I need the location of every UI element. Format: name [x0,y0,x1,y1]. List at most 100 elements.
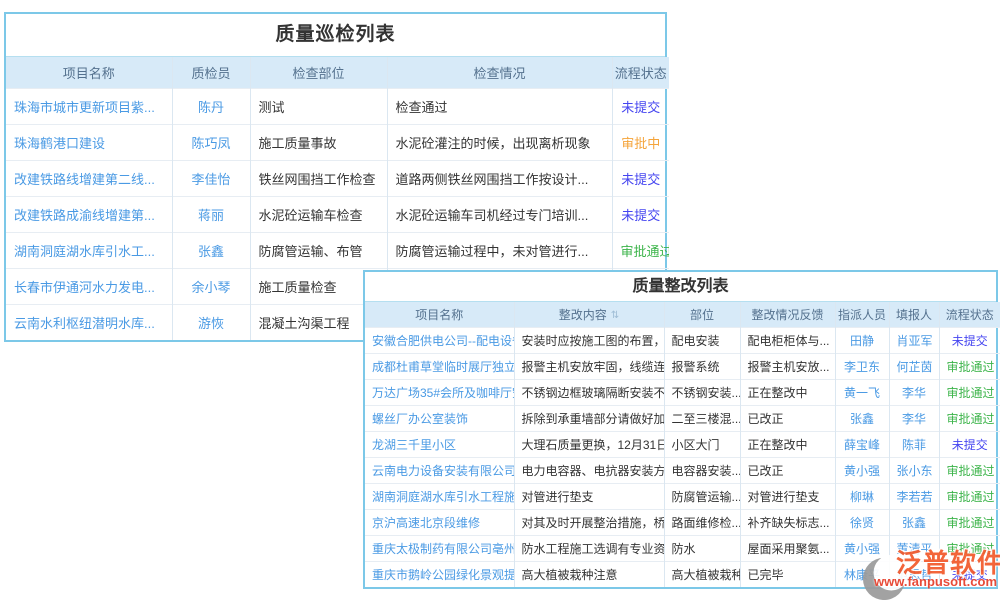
cell: 水泥砼运输车检查 [250,196,387,232]
cell: 报警主机安放牢固，线缆连接... [514,353,664,379]
link-cell[interactable]: 董清平 [889,535,939,561]
rectification-table: 项目名称整改内容⇅部位整改情况反馈指派人员填报人流程状态 安徽合肥供电公司--配… [365,302,1000,587]
column-header: 项目名称 [365,302,514,327]
table-row: 重庆市鹅岭公园绿化景观提升...高大植被栽种注意高大植被栽种已完毕林康平范思哲未… [365,561,1000,587]
cell: 测试 [250,88,387,124]
cell: 大理石质量更换，12月31日之... [514,431,664,457]
status-cell[interactable]: 审批通过 [612,232,669,268]
link-cell[interactable]: 陈巧凤 [172,124,250,160]
cell: 防腐管运输过程中，未对管进行... [387,232,612,268]
link-cell[interactable]: 湖南洞庭湖水库引水工程施工标 [365,483,514,509]
link-cell[interactable]: 李卫东 [835,353,889,379]
link-cell[interactable]: 成都杜甫草堂临时展厅独立展... [365,353,514,379]
link-cell[interactable]: 珠海市城市更新项目紫... [6,88,172,124]
column-header: 指派人员 [835,302,889,327]
link-cell[interactable]: 何芷茵 [889,353,939,379]
column-header: 整改情况反馈 [740,302,835,327]
cell: 防水工程施工选调有专业资质... [514,535,664,561]
link-cell[interactable]: 珠海鹤港口建设 [6,124,172,160]
link-cell[interactable]: 肖亚军 [889,327,939,353]
status-cell[interactable]: 审批中 [612,124,669,160]
sort-icon[interactable]: ⇅ [611,310,619,321]
status-cell[interactable]: 审批通过 [939,353,1000,379]
link-cell[interactable]: 李佳怡 [172,160,250,196]
link-cell[interactable]: 张鑫 [172,232,250,268]
link-cell[interactable]: 张小东 [889,457,939,483]
cell: 对管进行垫支 [740,483,835,509]
link-cell[interactable]: 改建铁路线增建第二线... [6,160,172,196]
link-cell[interactable]: 蒋丽 [172,196,250,232]
status-cell[interactable]: 审批通过 [939,509,1000,535]
link-cell[interactable]: 游恢 [172,304,250,340]
table-row: 重庆太极制药有限公司亳州中...防水工程施工选调有专业资质...防水屋面采用聚氨… [365,535,1000,561]
link-cell[interactable]: 张鑫 [835,405,889,431]
link-cell[interactable]: 云南水利枢纽潜明水库... [6,304,172,340]
status-cell[interactable]: 未提交 [612,88,669,124]
link-cell[interactable]: 李若若 [889,483,939,509]
status-cell[interactable]: 审批通过 [939,405,1000,431]
status-cell[interactable]: 未提交 [939,431,1000,457]
table-row: 螺丝厂办公室装饰拆除到承重墙部分请做好加固...二至三楼混...已改正张鑫李华审… [365,405,1000,431]
link-cell[interactable]: 范思哲 [889,561,939,587]
link-cell[interactable]: 林康平 [835,561,889,587]
column-header[interactable]: 整改内容⇅ [514,302,664,327]
status-cell[interactable]: 未提交 [612,160,669,196]
link-cell[interactable]: 李华 [889,405,939,431]
table-row: 万达广场35#会所及咖啡厅空...不锈钢边框玻璃隔断安装不牢...不锈钢安装..… [365,379,1000,405]
status-cell[interactable]: 审批通过 [939,535,1000,561]
cell: 高大植被栽种注意 [514,561,664,587]
link-cell[interactable]: 云南电力设备安装有限公司20... [365,457,514,483]
cell: 防腐管运输、布管 [250,232,387,268]
table-row: 改建铁路线增建第二线...李佳怡铁丝网围挡工作检查道路两侧铁丝网围挡工作按设计.… [6,160,669,196]
link-cell[interactable]: 安徽合肥供电公司--配电设备... [365,327,514,353]
link-cell[interactable]: 螺丝厂办公室装饰 [365,405,514,431]
rectification-table-title: 质量整改列表 [365,272,996,302]
cell: 电容器安装... [664,457,740,483]
cell: 补齐缺失标志... [740,509,835,535]
link-cell[interactable]: 张鑫 [889,509,939,535]
link-cell[interactable]: 京沪高速北京段维修 [365,509,514,535]
column-header: 部位 [664,302,740,327]
inspection-header-row: 项目名称质检员检查部位检查情况流程状态 [6,57,669,88]
table-row: 改建铁路成渝线增建第...蒋丽水泥砼运输车检查水泥砼运输车司机经过专门培训...… [6,196,669,232]
table-row: 安徽合肥供电公司--配电设备...安装时应按施工图的布置，将...配电安装配电柜… [365,327,1000,353]
cell: 已完毕 [740,561,835,587]
link-cell[interactable]: 陈菲 [889,431,939,457]
table-row: 成都杜甫草堂临时展厅独立展...报警主机安放牢固，线缆连接...报警系统报警主机… [365,353,1000,379]
cell: 高大植被栽种 [664,561,740,587]
rectification-header-row: 项目名称整改内容⇅部位整改情况反馈指派人员填报人流程状态 [365,302,1000,327]
status-cell[interactable]: 审批通过 [939,379,1000,405]
link-cell[interactable]: 重庆市鹅岭公园绿化景观提升... [365,561,514,587]
link-cell[interactable]: 长春市伊通河水力发电... [6,268,172,304]
link-cell[interactable]: 黄小强 [835,535,889,561]
link-cell[interactable]: 黄小强 [835,457,889,483]
cell: 水泥砼运输车司机经过专门培训... [387,196,612,232]
status-cell[interactable]: 未提交 [939,327,1000,353]
status-cell[interactable]: 审批通过 [939,483,1000,509]
cell: 拆除到承重墙部分请做好加固... [514,405,664,431]
link-cell[interactable]: 湖南洞庭湖水库引水工... [6,232,172,268]
link-cell[interactable]: 田静 [835,327,889,353]
cell: 屋面采用聚氨... [740,535,835,561]
link-cell[interactable]: 改建铁路成渝线增建第... [6,196,172,232]
link-cell[interactable]: 万达广场35#会所及咖啡厅空... [365,379,514,405]
link-cell[interactable]: 薛宝峰 [835,431,889,457]
link-cell[interactable]: 余小琴 [172,268,250,304]
status-cell[interactable]: 未提交 [612,196,669,232]
status-cell[interactable]: 未提交 [939,561,1000,587]
cell: 报警主机安放... [740,353,835,379]
link-cell[interactable]: 陈丹 [172,88,250,124]
link-cell[interactable]: 龙湖三千里小区 [365,431,514,457]
link-cell[interactable]: 重庆太极制药有限公司亳州中... [365,535,514,561]
column-header: 流程状态 [939,302,1000,327]
link-cell[interactable]: 李华 [889,379,939,405]
page: 质量巡检列表 项目名称质检员检查部位检查情况流程状态 珠海市城市更新项目紫...… [0,0,1000,600]
status-cell[interactable]: 审批通过 [939,457,1000,483]
link-cell[interactable]: 柳琳 [835,483,889,509]
link-cell[interactable]: 黄一飞 [835,379,889,405]
cell: 施工质量事故 [250,124,387,160]
cell: 不锈钢边框玻璃隔断安装不牢... [514,379,664,405]
link-cell[interactable]: 徐贤 [835,509,889,535]
column-header: 流程状态 [612,57,669,88]
table-row: 云南电力设备安装有限公司20...电力电容器、电抗器安装方案...电容器安装..… [365,457,1000,483]
